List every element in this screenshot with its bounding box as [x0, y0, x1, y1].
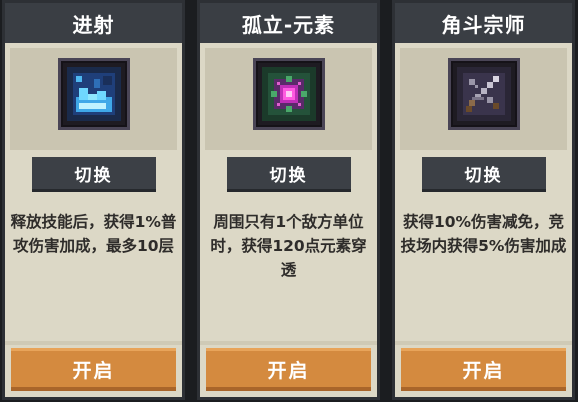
switch-button[interactable]: 切换 [226, 157, 351, 192]
talent-card-3: 角斗宗师 切换 获得10%伤害减免，竞技场内获得5%伤害加成 开启 [392, 0, 575, 400]
switch-button[interactable]: 切换 [421, 157, 546, 192]
card-title: 进射 [5, 3, 182, 43]
crossed-swords-icon [447, 58, 520, 130]
switch-button[interactable]: 切换 [31, 157, 156, 192]
card-title: 角斗宗师 [395, 3, 572, 43]
open-button[interactable]: 开启 [206, 348, 371, 391]
splash-wave-icon [57, 58, 130, 130]
talent-description: 释放技能后，获得1%普攻伤害加成，最多10层 [10, 213, 177, 255]
talent-card-1: 进射 切换 释放技能后，获得1%普攻伤害加成，最多10层 开启 [2, 0, 185, 400]
card-title: 孤立-元素 [200, 3, 377, 43]
talent-description: 周围只有1个敌方单位时，获得120点元素穿透 [210, 213, 367, 279]
open-button[interactable]: 开启 [401, 348, 566, 391]
icon-panel [205, 48, 372, 150]
icon-panel [400, 48, 567, 150]
divider [395, 341, 572, 345]
open-button[interactable]: 开启 [11, 348, 176, 391]
element-orb-icon [252, 58, 325, 130]
divider [200, 341, 377, 345]
icon-panel [10, 48, 177, 150]
talent-card-2: 孤立-元素 切换 周围只有1个敌方单位时，获得120点元素穿透 开启 [197, 0, 380, 400]
divider [5, 341, 182, 345]
talent-description: 获得10%伤害减免，竞技场内获得5%伤害加成 [400, 213, 567, 255]
